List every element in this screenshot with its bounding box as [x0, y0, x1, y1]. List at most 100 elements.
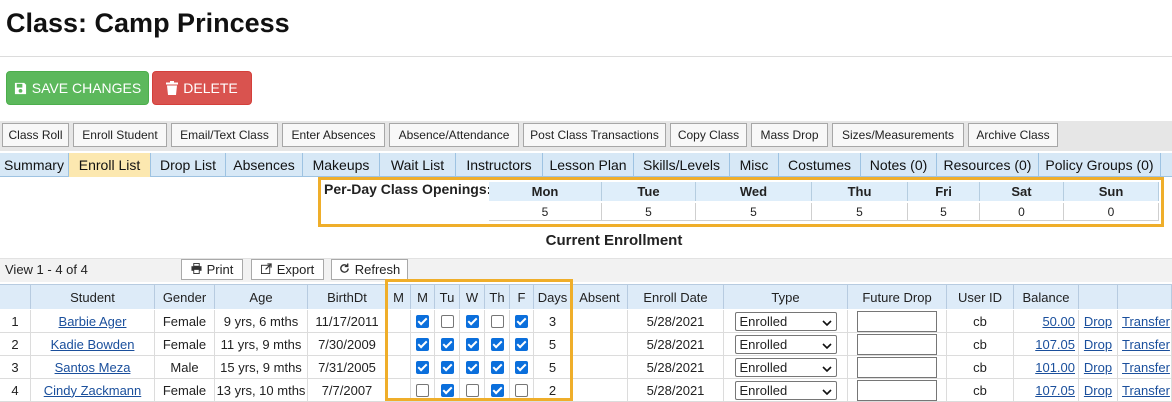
day-checkbox[interactable] — [490, 337, 504, 351]
type-select[interactable]: Enrolled — [734, 380, 837, 400]
tab-policy-groups[interactable]: Policy Groups (0) — [1039, 153, 1161, 177]
enroll-student-button[interactable]: Enroll Student — [73, 123, 167, 147]
balance-link[interactable]: 107.05 — [1035, 337, 1075, 352]
type-select[interactable]: Enrolled — [734, 334, 837, 354]
col-header-days[interactable]: Days — [534, 284, 572, 309]
delete-button[interactable]: DELETE — [152, 71, 252, 105]
user-id-cell: cb — [947, 379, 1014, 402]
col-header-absent[interactable]: Absent — [572, 284, 628, 309]
col-header-age[interactable]: Age — [215, 284, 308, 309]
post-class-transactions-button[interactable]: Post Class Transactions — [523, 123, 666, 147]
openings-day-header: Sun — [1064, 182, 1159, 201]
tab-wait-list[interactable]: Wait List — [380, 153, 456, 177]
future-drop-input[interactable] — [857, 310, 937, 332]
col-header-transfer-action — [1118, 284, 1172, 309]
day-checkbox[interactable] — [440, 337, 454, 351]
class-tabs: Summary Enroll List Drop List Absences M… — [0, 153, 1172, 177]
tab-resources[interactable]: Resources (0) — [937, 153, 1039, 177]
col-header-thu[interactable]: Th — [485, 284, 510, 309]
enter-absences-button[interactable]: Enter Absences — [282, 123, 385, 147]
col-header-birthdate[interactable]: BirthDt — [308, 284, 387, 309]
day-checkbox[interactable] — [465, 314, 479, 328]
tab-drop-list[interactable]: Drop List — [151, 153, 226, 177]
type-select[interactable]: Enrolled — [734, 311, 837, 331]
col-header-gender[interactable]: Gender — [155, 284, 215, 309]
save-changes-button[interactable]: SAVE CHANGES — [6, 71, 149, 105]
day-checkbox[interactable] — [416, 337, 429, 351]
balance-link[interactable]: 107.05 — [1035, 383, 1075, 398]
day-checkbox[interactable] — [416, 360, 429, 374]
balance-link[interactable]: 50.00 — [1042, 314, 1075, 329]
drop-link[interactable]: Drop — [1084, 337, 1112, 352]
absence-attendance-button[interactable]: Absence/Attendance — [389, 123, 519, 147]
day-checkbox[interactable] — [490, 314, 504, 328]
sizes-measurements-button[interactable]: Sizes/Measurements — [832, 123, 964, 147]
transfer-link[interactable]: Transfer — [1122, 360, 1170, 375]
tab-instructors[interactable]: Instructors — [456, 153, 543, 177]
tab-lesson-plan[interactable]: Lesson Plan — [543, 153, 634, 177]
day-checkbox[interactable] — [465, 360, 479, 374]
transfer-link[interactable]: Transfer — [1122, 314, 1170, 329]
archive-class-button[interactable]: Archive Class — [968, 123, 1058, 147]
type-select[interactable]: Enrolled — [734, 357, 837, 377]
day-cell — [411, 333, 435, 356]
student-name-link[interactable]: Santos Meza — [55, 360, 131, 375]
student-name-link[interactable]: Kadie Bowden — [51, 337, 135, 352]
tab-misc[interactable]: Misc — [730, 153, 779, 177]
transfer-link[interactable]: Transfer — [1122, 337, 1170, 352]
col-header-fri[interactable]: F — [510, 284, 534, 309]
tab-notes[interactable]: Notes (0) — [861, 153, 937, 177]
drop-link[interactable]: Drop — [1084, 314, 1112, 329]
day-checkbox[interactable] — [465, 383, 479, 397]
copy-class-button[interactable]: Copy Class — [670, 123, 747, 147]
tab-costumes[interactable]: Costumes — [779, 153, 861, 177]
col-header-tue[interactable]: Tu — [435, 284, 460, 309]
drop-link[interactable]: Drop — [1084, 360, 1112, 375]
day-checkbox[interactable] — [416, 314, 429, 328]
transfer-link[interactable]: Transfer — [1122, 383, 1170, 398]
col-header-mon[interactable]: M — [411, 284, 435, 309]
col-header-balance[interactable]: Balance — [1014, 284, 1079, 309]
day-checkbox[interactable] — [490, 360, 504, 374]
future-drop-input[interactable] — [857, 333, 937, 355]
print-button[interactable]: Print — [181, 259, 243, 280]
tab-summary[interactable]: Summary — [0, 153, 69, 177]
future-drop-cell — [848, 379, 947, 402]
day-checkbox[interactable] — [440, 360, 454, 374]
col-header-enroll-date[interactable]: Enroll Date — [628, 284, 724, 309]
day-checkbox[interactable] — [515, 337, 528, 351]
export-button[interactable]: Export — [251, 259, 324, 280]
day-checkbox[interactable] — [490, 383, 504, 397]
student-name-link[interactable]: Cindy Zackmann — [44, 383, 142, 398]
email-text-class-button[interactable]: Email/Text Class — [171, 123, 278, 147]
balance-link[interactable]: 101.00 — [1035, 360, 1075, 375]
openings-day-header: Wed — [696, 182, 812, 201]
user-id-cell: cb — [947, 310, 1014, 333]
tab-skills-levels[interactable]: Skills/Levels — [634, 153, 730, 177]
col-header-user-id[interactable]: User ID — [947, 284, 1014, 309]
day-checkbox[interactable] — [465, 337, 479, 351]
future-drop-input[interactable] — [857, 379, 937, 401]
col-header-type[interactable]: Type — [724, 284, 848, 309]
col-header-wed[interactable]: W — [460, 284, 485, 309]
gender-cell: Male — [155, 356, 215, 379]
transfer-action-cell: Transfer — [1118, 379, 1172, 402]
drop-link[interactable]: Drop — [1084, 383, 1112, 398]
future-drop-input[interactable] — [857, 356, 937, 378]
col-header-student[interactable]: Student — [31, 284, 155, 309]
class-roll-button[interactable]: Class Roll — [2, 123, 69, 147]
tab-absences[interactable]: Absences — [226, 153, 303, 177]
day-checkbox[interactable] — [515, 360, 528, 374]
col-header-future-drop[interactable]: Future Drop — [848, 284, 947, 309]
day-checkbox[interactable] — [440, 383, 454, 397]
student-name-link[interactable]: Barbie Ager — [59, 314, 127, 329]
tab-enroll-list[interactable]: Enroll List — [69, 153, 151, 177]
day-checkbox[interactable] — [515, 314, 528, 328]
tab-makeups[interactable]: Makeups — [303, 153, 380, 177]
day-checkbox[interactable] — [440, 314, 454, 328]
col-header-m[interactable]: M — [387, 284, 411, 309]
day-checkbox[interactable] — [416, 383, 429, 397]
mass-drop-button[interactable]: Mass Drop — [751, 123, 828, 147]
refresh-button[interactable]: Refresh — [331, 259, 408, 280]
day-checkbox[interactable] — [515, 383, 528, 397]
